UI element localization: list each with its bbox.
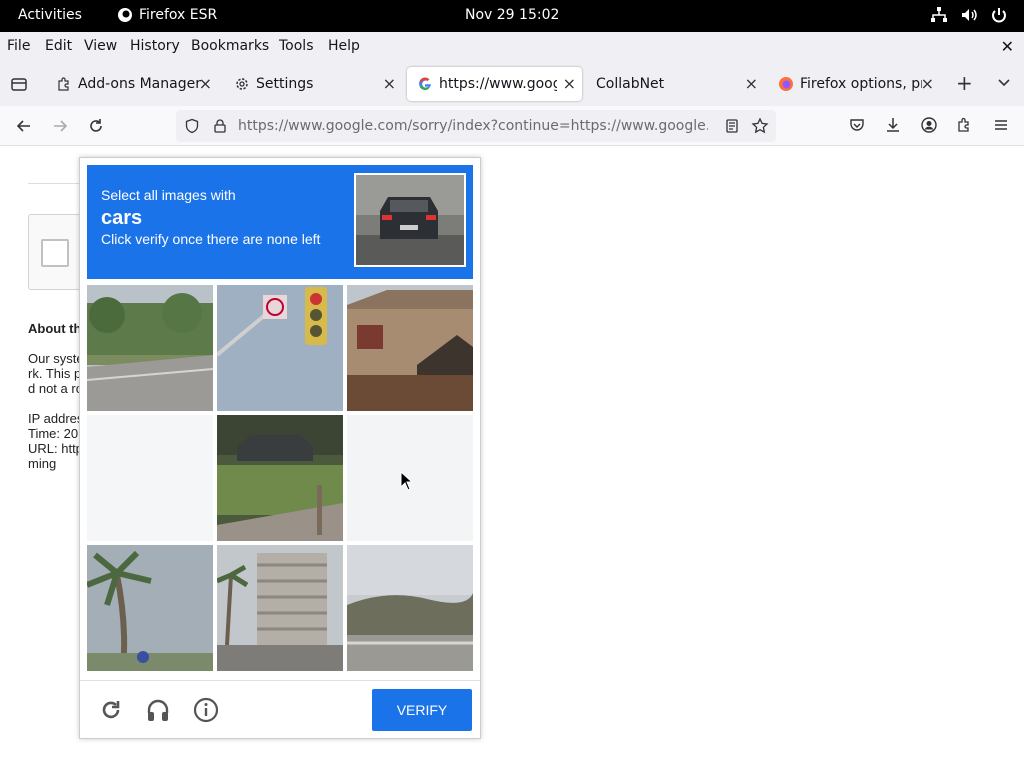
- explanation-text: Our syste rk. This p d not a ro: [28, 351, 84, 396]
- menu-file[interactable]: File: [7, 38, 30, 54]
- gear-icon: [234, 76, 250, 92]
- tile-palm-tree[interactable]: [87, 545, 213, 671]
- tile-traffic-light-sign[interactable]: [217, 285, 343, 411]
- target-object: cars: [101, 207, 143, 229]
- tab-close-icon[interactable]: ×: [921, 74, 934, 93]
- menu-help[interactable]: Help: [328, 38, 360, 54]
- tab-addons-manager[interactable]: Add-ons Manager ×: [46, 67, 218, 101]
- firefox-app-icon: [117, 7, 133, 23]
- tab-close-icon[interactable]: ×: [745, 74, 758, 93]
- instruction-line: Select all images with: [101, 187, 236, 203]
- clock[interactable]: Nov 29 15:02: [465, 7, 559, 23]
- pocket-icon[interactable]: [848, 116, 866, 138]
- tab-collabnet[interactable]: CollabNet ×: [586, 67, 764, 101]
- reload-challenge-icon[interactable]: [98, 697, 124, 728]
- navigation-bar: https://www.google.com/sorry/index?conti…: [0, 106, 1024, 146]
- captcha-challenge-dialog: Select all images with cars Click verify…: [79, 157, 481, 739]
- instruction-hint: Click verify once there are none left: [101, 231, 321, 247]
- extensions-puzzle-icon[interactable]: [956, 116, 974, 138]
- puzzle-icon: [56, 76, 72, 92]
- tab-google[interactable]: https://www.goog ×: [407, 67, 582, 101]
- app-name: Firefox ESR: [139, 7, 218, 23]
- account-icon[interactable]: [920, 116, 938, 138]
- tab-close-icon[interactable]: ×: [383, 74, 396, 93]
- reader-view-icon[interactable]: [724, 118, 740, 138]
- back-arrow-icon[interactable]: [14, 116, 34, 140]
- tab-label: Add-ons Manager: [78, 76, 201, 92]
- tile-road-hills[interactable]: [347, 545, 473, 671]
- sample-car-image: [354, 173, 466, 267]
- reload-icon[interactable]: [86, 116, 106, 140]
- bookmark-star-icon[interactable]: [751, 117, 769, 139]
- menu-bar: File Edit View History Bookmarks Tools H…: [0, 32, 1024, 62]
- tab-close-icon[interactable]: ×: [563, 74, 576, 93]
- url-text[interactable]: https://www.google.com/sorry/index?conti…: [238, 118, 708, 134]
- menu-edit[interactable]: Edit: [45, 38, 72, 54]
- window-close-icon[interactable]: ✕: [1001, 37, 1014, 56]
- menu-history[interactable]: History: [130, 38, 180, 54]
- captcha-instructions: Select all images with cars Click verify…: [87, 165, 473, 279]
- activities-button[interactable]: Activities: [18, 7, 82, 23]
- tab-label: CollabNet: [596, 76, 665, 92]
- system-tray[interactable]: [930, 6, 1008, 24]
- new-tab-plus-icon[interactable]: +: [956, 71, 973, 95]
- tab-firefox-options[interactable]: Firefox options, pr ×: [768, 67, 940, 101]
- tab-overview-icon[interactable]: [10, 75, 28, 97]
- request-details-text: IP addres Time: 20 URL: http ming: [28, 411, 84, 471]
- tab-close-icon[interactable]: ×: [199, 74, 212, 93]
- volume-icon[interactable]: [960, 6, 978, 24]
- app-menu[interactable]: Firefox ESR: [117, 7, 217, 23]
- verify-button[interactable]: VERIFY: [372, 689, 472, 731]
- tracking-shield-icon[interactable]: [184, 118, 200, 138]
- menu-bookmarks[interactable]: Bookmarks: [191, 38, 269, 54]
- url-bar[interactable]: https://www.google.com/sorry/index?conti…: [176, 110, 776, 142]
- network-icon[interactable]: [930, 6, 948, 24]
- downloads-icon[interactable]: [884, 116, 902, 138]
- tab-label: Firefox options, pr: [800, 76, 922, 92]
- google-icon: [417, 76, 433, 92]
- tab-label: https://www.goog: [439, 76, 557, 92]
- image-grid: [87, 285, 474, 672]
- lock-icon[interactable]: [212, 118, 228, 138]
- tab-label: Settings: [256, 76, 314, 92]
- power-icon[interactable]: [990, 6, 1008, 24]
- tab-settings[interactable]: Settings ×: [224, 67, 402, 101]
- tile-building-street[interactable]: [217, 545, 343, 671]
- system-top-bar: Activities Firefox ESR Nov 29 15:02: [0, 0, 1024, 32]
- list-tabs-chevron-down-icon[interactable]: [997, 76, 1011, 94]
- firefox-icon: [778, 76, 794, 92]
- tile-blank[interactable]: [87, 415, 213, 541]
- menu-view[interactable]: View: [84, 38, 117, 54]
- menu-tools[interactable]: Tools: [279, 38, 314, 54]
- captcha-footer: VERIFY: [80, 680, 480, 738]
- info-icon[interactable]: [193, 697, 219, 728]
- tile-house-roof[interactable]: [347, 285, 473, 411]
- about-heading: About th: [28, 321, 82, 336]
- hamburger-menu-icon[interactable]: [992, 116, 1010, 138]
- tile-car-in-grass[interactable]: [217, 415, 343, 541]
- mouse-cursor-icon: [400, 470, 414, 495]
- forward-arrow-icon[interactable]: [50, 116, 70, 140]
- tile-street-with-trees[interactable]: [87, 285, 213, 411]
- tab-strip: Add-ons Manager × Settings × https://www…: [0, 62, 1024, 106]
- recaptcha-checkbox[interactable]: [41, 239, 69, 267]
- audio-challenge-headphones-icon[interactable]: [145, 697, 171, 728]
